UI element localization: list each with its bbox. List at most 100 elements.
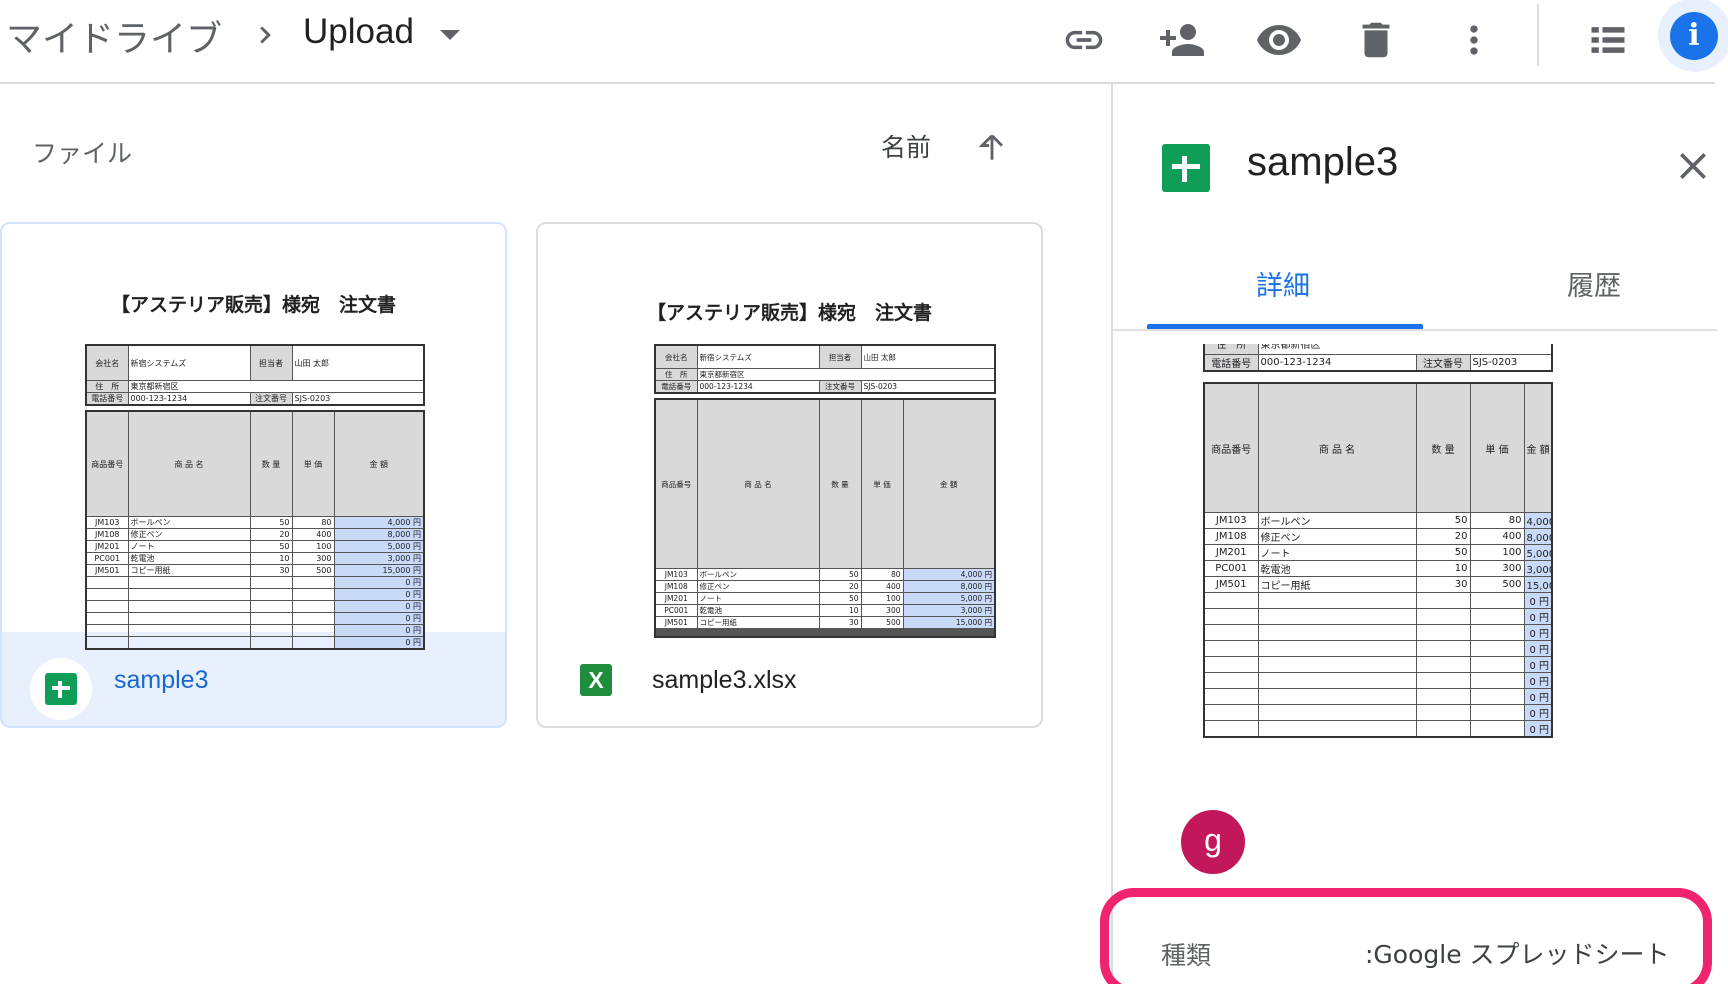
file-thumbnail: 【アステリア販売】様宛 注文書 会社名 新宿システムズ 担当者 山田 太郎 住 所東京…	[538, 224, 1041, 638]
file-preview[interactable]: 住 所東京都新宿区 電話番号 000-123-1234 注文番号 SJS-0203 商…	[1203, 344, 1553, 754]
table-cell: 300	[860, 604, 904, 617]
table-cell: 3,000 円	[1523, 560, 1553, 577]
chevron-right-icon	[260, 26, 271, 44]
get-link-button[interactable]	[1056, 12, 1112, 68]
table-cell: 30	[818, 616, 862, 629]
column-header: 商品番号	[1203, 382, 1259, 513]
table-cell: JM103	[1203, 512, 1259, 529]
table-cell: 500	[860, 616, 904, 629]
table-cell: 3,000 円	[902, 604, 996, 617]
table-cell: 100	[860, 592, 904, 605]
table-cell: 15,000 円	[1523, 576, 1553, 593]
share-button[interactable]	[1154, 12, 1210, 68]
tab-divider	[1113, 329, 1717, 331]
table-row: 住 所東京都新宿区	[654, 368, 996, 381]
close-icon[interactable]	[1673, 146, 1713, 186]
table-row: 電話番号 000-123-1234 注文番号 SJS-0203	[1203, 354, 1553, 372]
table-cell: ノート	[1257, 544, 1417, 561]
table-cell	[1469, 704, 1525, 721]
link-icon	[1065, 30, 1103, 50]
table-cell: PC001	[1203, 560, 1259, 577]
table-cell	[1203, 688, 1259, 705]
table-cell: 50	[1415, 544, 1471, 561]
list-view-button[interactable]	[1580, 12, 1636, 68]
table-cell: 80	[291, 516, 335, 529]
table-cell	[1469, 688, 1525, 705]
table-row: JM201ノート501005,000 円	[654, 592, 996, 605]
table-cell: 20	[1415, 528, 1471, 545]
table-cell: 0 円	[1523, 656, 1553, 673]
delete-button[interactable]	[1348, 12, 1404, 68]
table-cell	[85, 576, 129, 589]
info-icon: i	[1670, 12, 1718, 60]
column-header: 単 価	[860, 398, 904, 569]
table-cell	[1203, 672, 1259, 689]
table-row: 0 円	[1203, 720, 1553, 738]
table-cell	[1257, 640, 1417, 657]
table-cell: 8,000 円	[1523, 528, 1553, 545]
table-row: JM108修正ペン204008,000 円	[85, 528, 425, 541]
column-header: 数 量	[249, 410, 293, 517]
column-header: 単 価	[1469, 382, 1525, 513]
table-cell	[85, 588, 129, 601]
google-sheets-icon	[1162, 144, 1210, 192]
table-cell	[249, 576, 293, 589]
google-sheets-icon	[45, 673, 77, 705]
table-cell	[1257, 720, 1417, 738]
table-row: JM501コピー用紙3050015,000 円	[85, 564, 425, 577]
table-cell	[291, 588, 335, 601]
table-cell: JM501	[654, 616, 698, 629]
table-cell: 乾電池	[127, 552, 251, 565]
table-cell: 500	[291, 564, 335, 577]
table-cell: コピー用紙	[696, 616, 820, 629]
sort-by-name-button[interactable]: 名前	[881, 128, 931, 164]
more-actions-button[interactable]	[1446, 12, 1502, 68]
table-cell: JM108	[85, 528, 129, 541]
file-card-footer: sample3	[2, 632, 505, 726]
table-cell: 30	[1415, 576, 1471, 593]
table-cell: コピー用紙	[1257, 576, 1417, 593]
arrow-up-icon[interactable]	[975, 130, 1009, 164]
table-cell: 0 円	[1523, 608, 1553, 625]
breadcrumb-current-folder[interactable]: Upload	[303, 12, 414, 52]
file-card-sample3-xlsx[interactable]: 【アステリア販売】様宛 注文書 会社名 新宿システムズ 担当者 山田 太郎 住 所東京…	[536, 222, 1043, 728]
table-cell: 0 円	[1523, 592, 1553, 609]
table-cell	[1257, 704, 1417, 721]
owner-avatar[interactable]: g	[1181, 810, 1245, 874]
tab-details[interactable]: 詳細	[1256, 264, 1310, 303]
table-cell: JM501	[85, 564, 129, 577]
table-header-row: 商品番号商 品 名数 量単 価金 額	[1203, 382, 1553, 513]
table-cell	[1415, 688, 1471, 705]
table-cell: 400	[860, 580, 904, 593]
table-cell: 修正ペン	[127, 528, 251, 541]
table-cell	[1469, 656, 1525, 673]
table-cell: JM108	[654, 580, 698, 593]
table-cell	[1415, 672, 1471, 689]
excel-icon: X	[580, 664, 612, 696]
table-cell	[1415, 608, 1471, 625]
file-type-badge	[30, 658, 92, 720]
table-cell: JM201	[85, 540, 129, 553]
table-cell	[1415, 640, 1471, 657]
breadcrumb-root[interactable]: マイドライブ	[6, 10, 222, 62]
table-cell: 20	[818, 580, 862, 593]
table-cell: 0 円	[333, 576, 425, 589]
details-toggle-button[interactable]: i	[1658, 0, 1728, 72]
table-cell: ボールペン	[696, 568, 820, 581]
column-header: 商 品 名	[1257, 382, 1417, 513]
preview-button[interactable]	[1251, 12, 1307, 68]
file-card-sample3[interactable]: 【アステリア販売】様宛 注文書 会社名 新宿システムズ 担当者 山田 太郎 住 所東京…	[0, 222, 507, 728]
table-cell: 0 円	[1523, 672, 1553, 689]
caret-down-icon[interactable]	[438, 28, 462, 42]
thumbnail-items-table: 商品番号商 品 名数 量単 価金 額 JM103 ボールペン 50 80 4,000 円J…	[654, 398, 996, 638]
table-cell: 修正ペン	[696, 580, 820, 593]
tab-activity[interactable]: 履歴	[1567, 264, 1621, 303]
table-cell: 0 円	[1523, 720, 1553, 738]
table-cell: 30	[249, 564, 293, 577]
table-row: 会社名 新宿システムズ 担当者 山田 太郎	[85, 344, 425, 381]
trash-icon	[1362, 22, 1390, 58]
table-cell	[85, 600, 129, 613]
table-row: 0 円	[85, 612, 425, 625]
file-name: sample3.xlsx	[652, 666, 797, 694]
table-cell: 3,000 円	[333, 552, 425, 565]
